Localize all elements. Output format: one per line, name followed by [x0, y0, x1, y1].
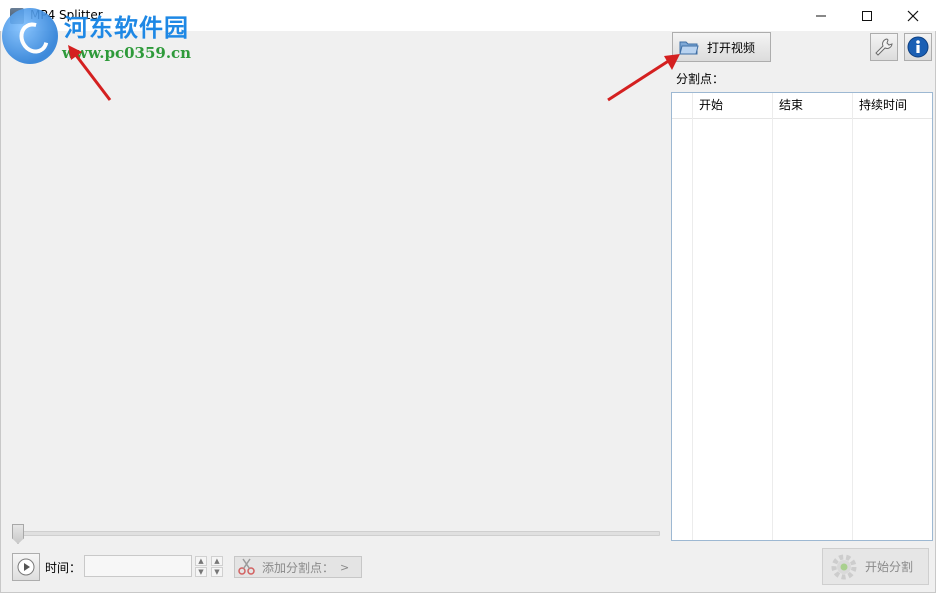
timeline-slider-track[interactable]	[14, 531, 660, 536]
column-divider	[772, 93, 773, 540]
close-button[interactable]	[890, 0, 936, 31]
wrench-icon	[875, 38, 893, 56]
info-icon	[907, 36, 929, 58]
minimize-icon	[816, 15, 826, 16]
close-icon	[907, 10, 919, 21]
time-spin-up-2[interactable]: ▲	[211, 556, 223, 566]
info-button[interactable]	[904, 33, 932, 61]
add-split-point-button[interactable]: 添加分割点： >	[234, 556, 362, 578]
time-spin-up[interactable]: ▲	[195, 556, 207, 566]
column-divider	[692, 93, 693, 540]
add-split-point-label: 添加分割点：	[262, 560, 335, 575]
maximize-icon	[862, 10, 872, 21]
play-icon	[17, 558, 35, 576]
time-spin-down-2[interactable]: ▼	[211, 567, 223, 577]
scissors-icon	[238, 558, 255, 575]
annotation-arrow-icon	[607, 54, 680, 102]
column-header-end[interactable]: 结束	[773, 93, 853, 118]
time-label: 时间：	[45, 561, 82, 575]
watermark-text: 河东软件园	[64, 13, 189, 42]
minimize-button[interactable]	[798, 0, 844, 31]
time-spin-down[interactable]: ▼	[195, 567, 207, 577]
start-split-button[interactable]: 开始分割	[822, 548, 929, 585]
add-split-point-suffix: >	[340, 560, 350, 574]
play-button[interactable]	[12, 553, 40, 581]
settings-button[interactable]	[870, 33, 898, 61]
gear-icon	[831, 554, 857, 579]
annotation-arrow-icon	[68, 45, 112, 101]
time-input[interactable]	[84, 555, 192, 577]
split-points-table[interactable]: 开始 结束 持续时间	[671, 92, 933, 541]
maximize-button[interactable]	[844, 0, 890, 31]
open-video-label: 打开视频	[707, 40, 756, 55]
column-header-duration[interactable]: 持续时间	[853, 93, 932, 118]
column-divider	[852, 93, 853, 540]
column-header-start[interactable]: 开始	[693, 93, 773, 118]
watermark-logo-icon	[2, 8, 58, 64]
start-split-label: 开始分割	[865, 560, 914, 574]
table-header: 开始 结束 持续时间	[672, 93, 932, 119]
